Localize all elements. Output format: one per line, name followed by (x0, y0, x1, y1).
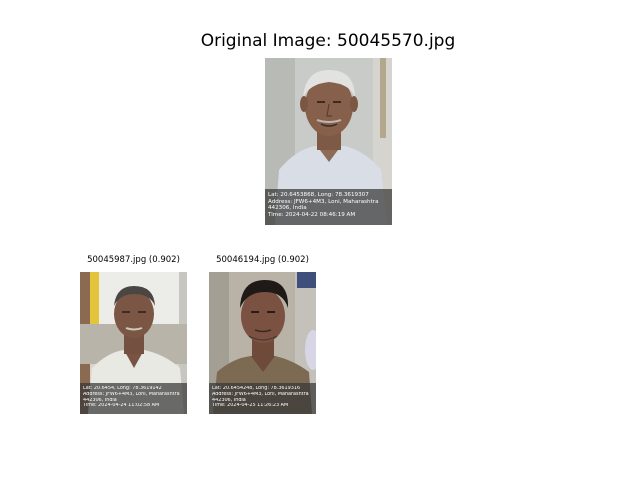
geotag-overlay: Lat: 20.6454248, Long: 78.3619316 Addres… (209, 383, 316, 414)
geotag-postal: 442306, India (268, 205, 307, 212)
match-photo-2: Lat: 20.6454248, Long: 78.3619316 Addres… (209, 272, 316, 414)
geotag-address: Address: JFW6+4M3, Loni, Maharashtra (268, 198, 379, 205)
geotag-time: Time: 2024-04-22 08:46:19 AM (268, 211, 356, 218)
geotag-time: Time: 2024-04-25 11:26:23 AM (212, 403, 289, 409)
geotag-overlay: Lat: 20.6454, Long: 78.3619142 Address: … (80, 383, 187, 414)
geotag-time: Time: 2024-04-24 11:02:58 AM (83, 403, 160, 409)
geotag-overlay: Lat: 20.6453868, Long: 78.3619307 Addres… (265, 189, 392, 225)
match-photo-1: Lat: 20.6454, Long: 78.3619142 Address: … (80, 272, 187, 414)
match-caption-2: 50046194.jpg (0.902) (216, 255, 309, 265)
original-photo: Lat: 20.6453868, Long: 78.3619307 Addres… (265, 58, 392, 225)
page-title: Original Image: 50045570.jpg (200, 31, 456, 51)
geotag-coordinates: Lat: 20.6453868, Long: 78.3619307 (268, 192, 369, 198)
match-caption-1: 50045987.jpg (0.902) (87, 255, 180, 265)
